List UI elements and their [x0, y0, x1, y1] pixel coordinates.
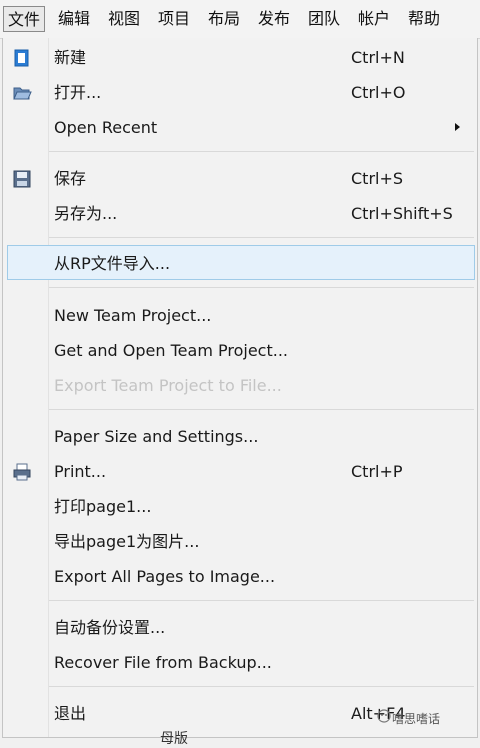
menu-item-label: 打印page1...: [54, 497, 152, 516]
menu-separator: [49, 686, 474, 687]
menu-item-save[interactable]: 保存 Ctrl+S: [3, 161, 477, 196]
menu-item-open-recent[interactable]: Open Recent: [3, 110, 477, 145]
menu-item-label: 打开...: [54, 83, 102, 102]
menu-item-label: 导出page1为图片...: [54, 532, 200, 551]
menu-item-label: New Team Project...: [54, 306, 212, 325]
menu-item-label: 新建: [54, 48, 87, 67]
menu-file[interactable]: 文件: [3, 6, 46, 32]
wechat-watermark-icon: [377, 709, 391, 723]
save-disk-icon: [13, 170, 31, 188]
menu-item-label: 保存: [54, 169, 87, 188]
menu-edit[interactable]: 编辑: [54, 6, 94, 32]
menu-item-print-page1[interactable]: 打印page1...: [3, 489, 477, 524]
menu-item-label: Paper Size and Settings...: [54, 427, 259, 446]
submenu-arrow-icon: [455, 123, 460, 131]
menu-item-shortcut: Ctrl+S: [351, 169, 404, 188]
menu-item-export-team-project: Export Team Project to File...: [3, 368, 477, 403]
menu-item-new-team-project[interactable]: New Team Project...: [3, 298, 477, 333]
menu-team[interactable]: 团队: [304, 6, 344, 32]
menu-item-label: Open Recent: [54, 118, 158, 137]
menu-item-label: 退出: [54, 704, 87, 723]
menu-item-auto-backup[interactable]: 自动备份设置...: [3, 610, 477, 645]
menu-item-label: Print...: [54, 462, 107, 481]
menu-item-export-page1-image[interactable]: 导出page1为图片...: [3, 524, 477, 559]
menu-layout[interactable]: 布局: [204, 6, 244, 32]
menu-project[interactable]: 项目: [154, 6, 194, 32]
menu-separator: [49, 237, 474, 238]
menu-item-recover-backup[interactable]: Recover File from Backup...: [3, 645, 477, 680]
menu-item-import-rp[interactable]: 从RP文件导入...: [7, 245, 475, 280]
menu-item-label: Get and Open Team Project...: [54, 341, 288, 360]
menu-publish[interactable]: 发布: [254, 6, 294, 32]
menu-item-label: 从RP文件导入...: [54, 254, 171, 273]
open-folder-icon: [13, 87, 32, 100]
menu-item-export-all-pages[interactable]: Export All Pages to Image...: [3, 559, 477, 594]
watermark-text: 嗜思嗜话: [392, 712, 441, 726]
menu-item-save-as[interactable]: 另存为... Ctrl+Shift+S: [3, 196, 477, 231]
menu-item-label: 自动备份设置...: [54, 618, 166, 637]
menu-item-label: 另存为...: [54, 204, 118, 223]
menu-item-label: Export All Pages to Image...: [54, 567, 276, 586]
menu-separator: [49, 409, 474, 410]
menu-help[interactable]: 帮助: [404, 6, 444, 32]
file-menu-dropdown: 新建 Ctrl+N 打开... Ctrl+O Open Recent 保存 Ct…: [2, 38, 478, 738]
menu-item-shortcut: Ctrl+N: [351, 48, 405, 67]
menu-item-shortcut: Ctrl+P: [351, 462, 403, 481]
menu-separator: [49, 287, 474, 288]
menu-item-get-open-team-project[interactable]: Get and Open Team Project...: [3, 333, 477, 368]
menu-item-shortcut: Ctrl+Shift+S: [351, 204, 453, 223]
menu-view[interactable]: 视图: [104, 6, 144, 32]
menu-item-shortcut: Ctrl+O: [351, 83, 406, 102]
underlying-panel-text: 母版: [160, 731, 188, 747]
menu-item-new[interactable]: 新建 Ctrl+N: [3, 40, 477, 75]
new-file-icon: [14, 49, 29, 67]
menu-item-label: Export Team Project to File...: [54, 376, 282, 395]
menu-item-label: Recover File from Backup...: [54, 653, 272, 672]
menu-separator: [49, 600, 474, 601]
menu-bar: 文件 编辑 视图 项目 布局 发布 团队 帐户 帮助: [0, 0, 480, 39]
menu-item-paper-size[interactable]: Paper Size and Settings...: [3, 419, 477, 454]
printer-icon: [13, 463, 31, 481]
menu-account[interactable]: 帐户: [354, 6, 394, 32]
menu-separator: [49, 151, 474, 152]
menu-item-open[interactable]: 打开... Ctrl+O: [3, 75, 477, 110]
menu-item-print[interactable]: Print... Ctrl+P: [3, 454, 477, 489]
